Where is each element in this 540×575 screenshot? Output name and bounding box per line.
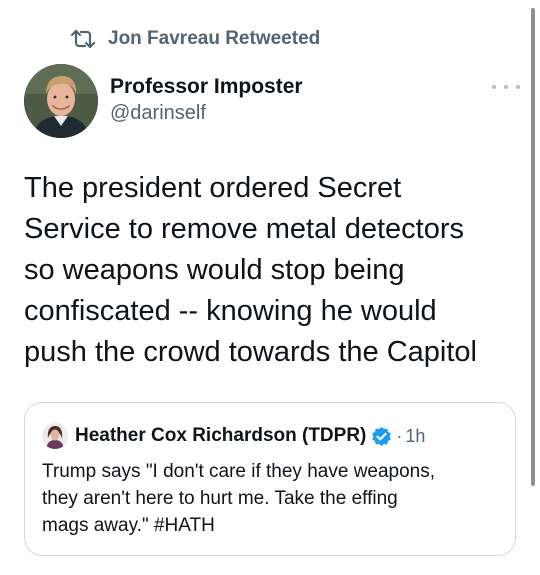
retweet-context[interactable]: Jon Favreau Retweeted — [70, 26, 320, 52]
tweet-page: Jon Favreau Retweeted Professor Imposter… — [0, 0, 540, 575]
tweet-text-line: confiscated -- knowing he would — [24, 295, 437, 327]
tweet-author: Professor Imposter @darinself — [24, 64, 303, 138]
quoted-timestamp[interactable]: 1h — [405, 426, 425, 447]
verified-badge-icon — [372, 426, 392, 446]
quoted-text-line: Trump says "I don't care if they have we… — [42, 461, 436, 482]
more-options-icon[interactable] — [492, 78, 520, 96]
quoted-separator: · — [396, 425, 403, 446]
tweet-text: The president ordered Secret Service to … — [24, 168, 514, 373]
tweet-text-line: push the crowd towards the Capitol — [24, 336, 477, 368]
tweet-text-line: Service to remove metal detectors — [24, 213, 465, 245]
quoted-author-avatar[interactable] — [42, 423, 68, 449]
author-avatar[interactable] — [24, 64, 98, 138]
quoted-text-line: mags away." #HATH — [42, 515, 215, 536]
retweet-label: Jon Favreau Retweeted — [108, 28, 321, 49]
quoted-tweet-header: Heather Cox Richardson (TDPR) · 1h — [42, 423, 425, 449]
quoted-tweet-text: Trump says "I don't care if they have we… — [42, 458, 504, 539]
author-handle[interactable]: @darinself — [110, 100, 303, 126]
quoted-tweet-card[interactable]: Heather Cox Richardson (TDPR) · 1h Trump… — [24, 402, 516, 556]
tweet-text-line: so weapons would stop being — [24, 254, 405, 286]
quoted-text-line: they aren't here to hurt me. Take the ef… — [42, 488, 398, 509]
author-name[interactable]: Professor Imposter — [110, 74, 303, 100]
tweet-text-line: The president ordered Secret — [24, 172, 402, 204]
quoted-author-name[interactable]: Heather Cox Richardson (TDPR) — [75, 425, 366, 447]
retweet-icon — [70, 29, 96, 49]
scrollbar[interactable] — [531, 8, 535, 486]
